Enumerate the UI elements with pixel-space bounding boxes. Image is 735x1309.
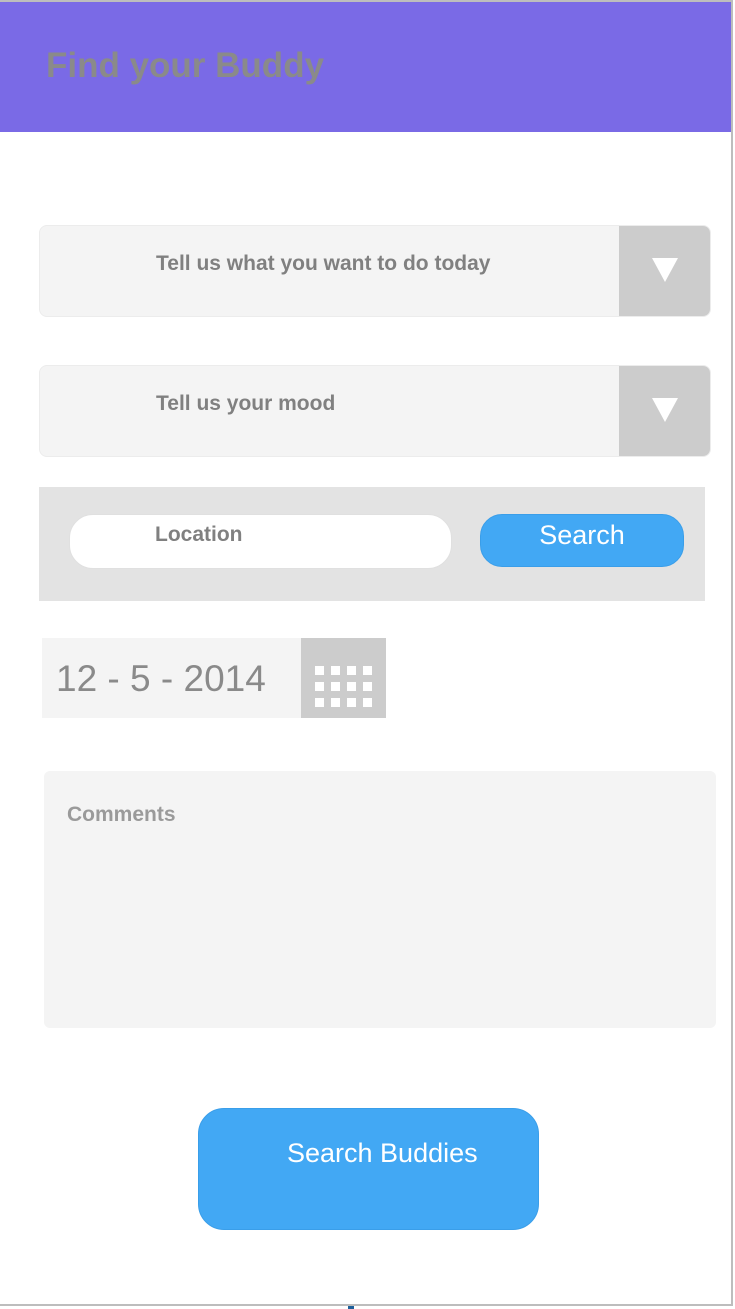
- mood-dropdown[interactable]: Tell us your mood: [39, 365, 711, 457]
- search-button-label: Search: [539, 520, 625, 550]
- search-buddies-button[interactable]: Search Buddies: [198, 1108, 539, 1230]
- comments-textarea[interactable]: Comments: [44, 771, 716, 1028]
- date-picker-button[interactable]: [301, 638, 386, 718]
- location-search-button[interactable]: Search: [480, 514, 684, 567]
- bottom-indicator: [348, 1304, 354, 1309]
- activity-dropdown-label: Tell us what you want to do today: [156, 252, 491, 275]
- mood-dropdown-toggle[interactable]: [619, 366, 710, 456]
- location-input[interactable]: Location: [69, 514, 452, 569]
- activity-dropdown[interactable]: Tell us what you want to do today: [39, 225, 711, 317]
- calendar-icon: [315, 666, 373, 708]
- page-title: Find your Buddy: [46, 46, 325, 85]
- app-header: Find your Buddy: [0, 2, 733, 132]
- date-value: 12 - 5 - 2014: [56, 658, 266, 699]
- mood-dropdown-label: Tell us your mood: [156, 392, 336, 415]
- date-field[interactable]: 12 - 5 - 2014: [42, 638, 301, 718]
- location-search-bar: Location Search: [39, 487, 705, 601]
- activity-dropdown-toggle[interactable]: [619, 226, 710, 316]
- location-placeholder: Location: [155, 523, 243, 546]
- comments-placeholder: Comments: [67, 803, 176, 826]
- caret-down-icon: [652, 398, 678, 422]
- search-buddies-label: Search Buddies: [287, 1138, 478, 1168]
- caret-down-icon: [652, 258, 678, 282]
